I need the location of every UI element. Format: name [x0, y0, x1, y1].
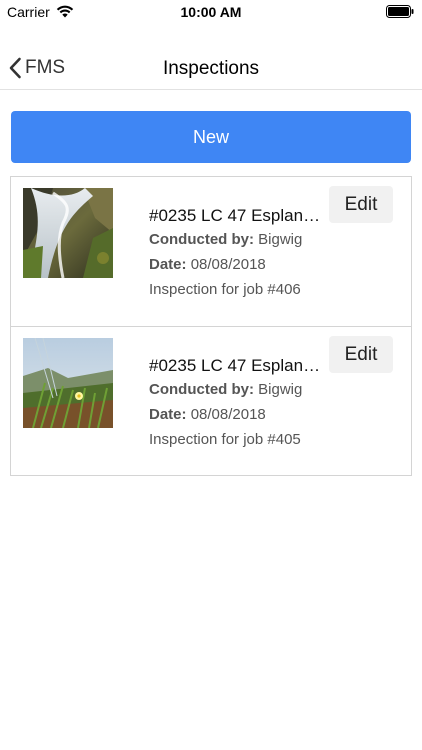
conducted-by-line: Conducted by: Bigwig	[149, 381, 324, 398]
navigation-bar: FMS Inspections	[0, 44, 422, 90]
date-value: 08/08/2018	[190, 256, 266, 273]
battery-icon	[386, 5, 414, 18]
conducted-by-label: Conducted by:	[149, 231, 254, 248]
date-label: Date:	[149, 406, 187, 423]
inspection-title: #0235 LC 47 Esplanade	[149, 356, 324, 375]
inspection-title: #0235 LC 47 Esplanade	[149, 206, 324, 225]
edit-button[interactable]: Edit	[329, 186, 393, 223]
date-line: Date: 08/08/2018	[149, 406, 324, 423]
clock: 10:00 AM	[180, 4, 242, 20]
inspection-note: Inspection for job #406	[149, 281, 301, 298]
status-bar: Carrier 10:00 AM	[0, 0, 422, 24]
inspection-item[interactable]: #0235 LC 47 Esplanade Conducted by: Bigw…	[11, 177, 411, 326]
date-label: Date:	[149, 256, 187, 273]
new-inspection-button[interactable]: New	[11, 111, 411, 163]
conducted-by-value: Bigwig	[258, 381, 303, 398]
inspection-list: #0235 LC 47 Esplanade Conducted by: Bigw…	[10, 176, 412, 476]
date-value: 08/08/2018	[190, 406, 266, 423]
waterfall-thumbnail	[23, 188, 113, 278]
date-line: Date: 08/08/2018	[149, 256, 324, 273]
conducted-by-value: Bigwig	[258, 231, 303, 248]
conducted-by-label: Conducted by:	[149, 381, 254, 398]
conducted-by-line: Conducted by: Bigwig	[149, 231, 324, 248]
flower-thumbnail	[23, 338, 113, 428]
page-title: Inspections	[162, 58, 260, 79]
edit-button[interactable]: Edit	[329, 336, 393, 373]
inspection-item[interactable]: #0235 LC 47 Esplanade Conducted by: Bigw…	[11, 326, 411, 475]
inspection-note: Inspection for job #405	[149, 431, 301, 448]
